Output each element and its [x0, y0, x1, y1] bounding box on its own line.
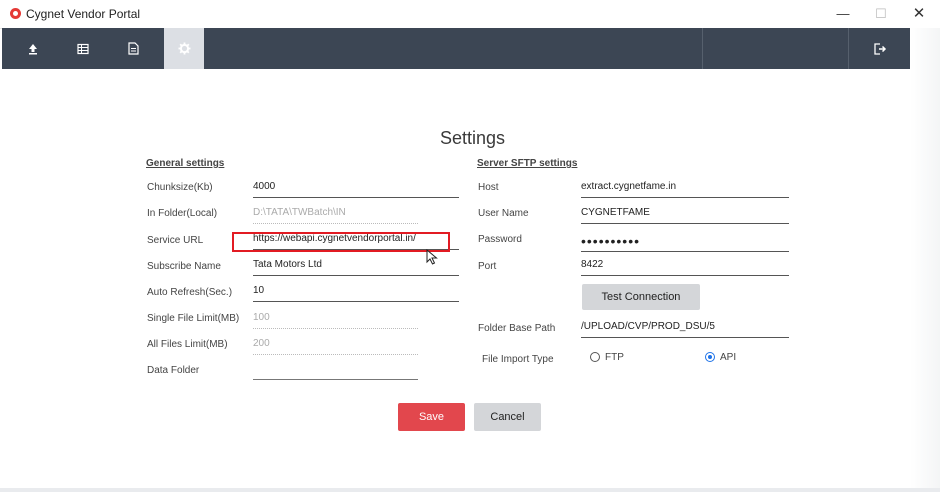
ftp-radio[interactable]	[590, 352, 600, 362]
password-label: Password	[478, 234, 522, 245]
toolbar-divider	[848, 28, 849, 69]
in-folder-field[interactable]: D:\TATA\TWBatch\IN	[253, 207, 418, 224]
cancel-button[interactable]: Cancel	[474, 403, 541, 431]
main-toolbar	[2, 28, 910, 69]
settings-button[interactable]	[164, 28, 204, 69]
in-folder-label: In Folder(Local)	[147, 208, 218, 219]
data-folder-label: Data Folder	[147, 365, 200, 376]
service-url-label: Service URL	[147, 235, 204, 246]
logout-icon	[873, 42, 886, 55]
user-name-label: User Name	[478, 208, 529, 219]
minimize-button[interactable]: —	[828, 4, 858, 24]
auto-refresh-field[interactable]: 10	[253, 285, 459, 302]
window-edge	[0, 488, 940, 492]
gear-icon	[178, 42, 190, 55]
port-label: Port	[478, 261, 497, 272]
table-button[interactable]	[63, 28, 103, 69]
general-settings-heading: General settings	[146, 158, 225, 169]
subscribe-name-label: Subscribe Name	[147, 261, 221, 272]
ftp-radio-label[interactable]: FTP	[605, 352, 624, 363]
host-field[interactable]: extract.cygnetfame.in	[581, 181, 789, 198]
window-edge	[910, 28, 940, 492]
sftp-settings-heading: Server SFTP settings	[477, 158, 578, 169]
file-import-type-label: File Import Type	[482, 354, 554, 365]
title-bar: Cygnet Vendor Portal — ☐ ✕	[0, 0, 940, 29]
window-title: Cygnet Vendor Portal	[26, 7, 141, 21]
all-files-limit-label: All Files Limit(MB)	[147, 339, 228, 350]
upload-icon	[29, 43, 37, 54]
auto-refresh-label: Auto Refresh(Sec.)	[147, 287, 233, 298]
toolbar-divider	[702, 28, 703, 69]
single-file-limit-field[interactable]: 100	[253, 312, 418, 329]
chunksize-field[interactable]: 4000	[253, 181, 459, 198]
save-button[interactable]: Save	[398, 403, 465, 431]
logout-button[interactable]	[860, 28, 900, 69]
document-button[interactable]	[113, 28, 153, 69]
chunksize-label: Chunksize(Kb)	[147, 182, 213, 193]
document-icon	[127, 42, 139, 55]
port-field[interactable]: 8422	[581, 259, 789, 276]
folder-base-path-label: Folder Base Path	[478, 323, 556, 334]
single-file-limit-label: Single File Limit(MB)	[147, 313, 240, 324]
table-icon	[77, 43, 89, 54]
close-button[interactable]: ✕	[904, 4, 934, 24]
host-label: Host	[478, 182, 499, 193]
password-field[interactable]: ••••••••••	[581, 235, 789, 252]
data-folder-field[interactable]	[253, 363, 418, 380]
app-logo-icon	[10, 8, 21, 19]
upload-button[interactable]	[13, 28, 53, 69]
api-radio-label[interactable]: API	[720, 352, 736, 363]
all-files-limit-field[interactable]: 200	[253, 338, 418, 355]
test-connection-button[interactable]: Test Connection	[582, 284, 700, 310]
user-name-field[interactable]: CYGNETFAME	[581, 207, 789, 224]
folder-base-path-field[interactable]: /UPLOAD/CVP/PROD_DSU/5	[581, 321, 789, 338]
annotation-highlight-box	[232, 232, 450, 252]
mouse-cursor-icon	[426, 249, 438, 265]
page-title: Settings	[440, 128, 506, 148]
api-radio[interactable]	[705, 352, 715, 362]
maximize-button[interactable]: ☐	[866, 4, 896, 24]
